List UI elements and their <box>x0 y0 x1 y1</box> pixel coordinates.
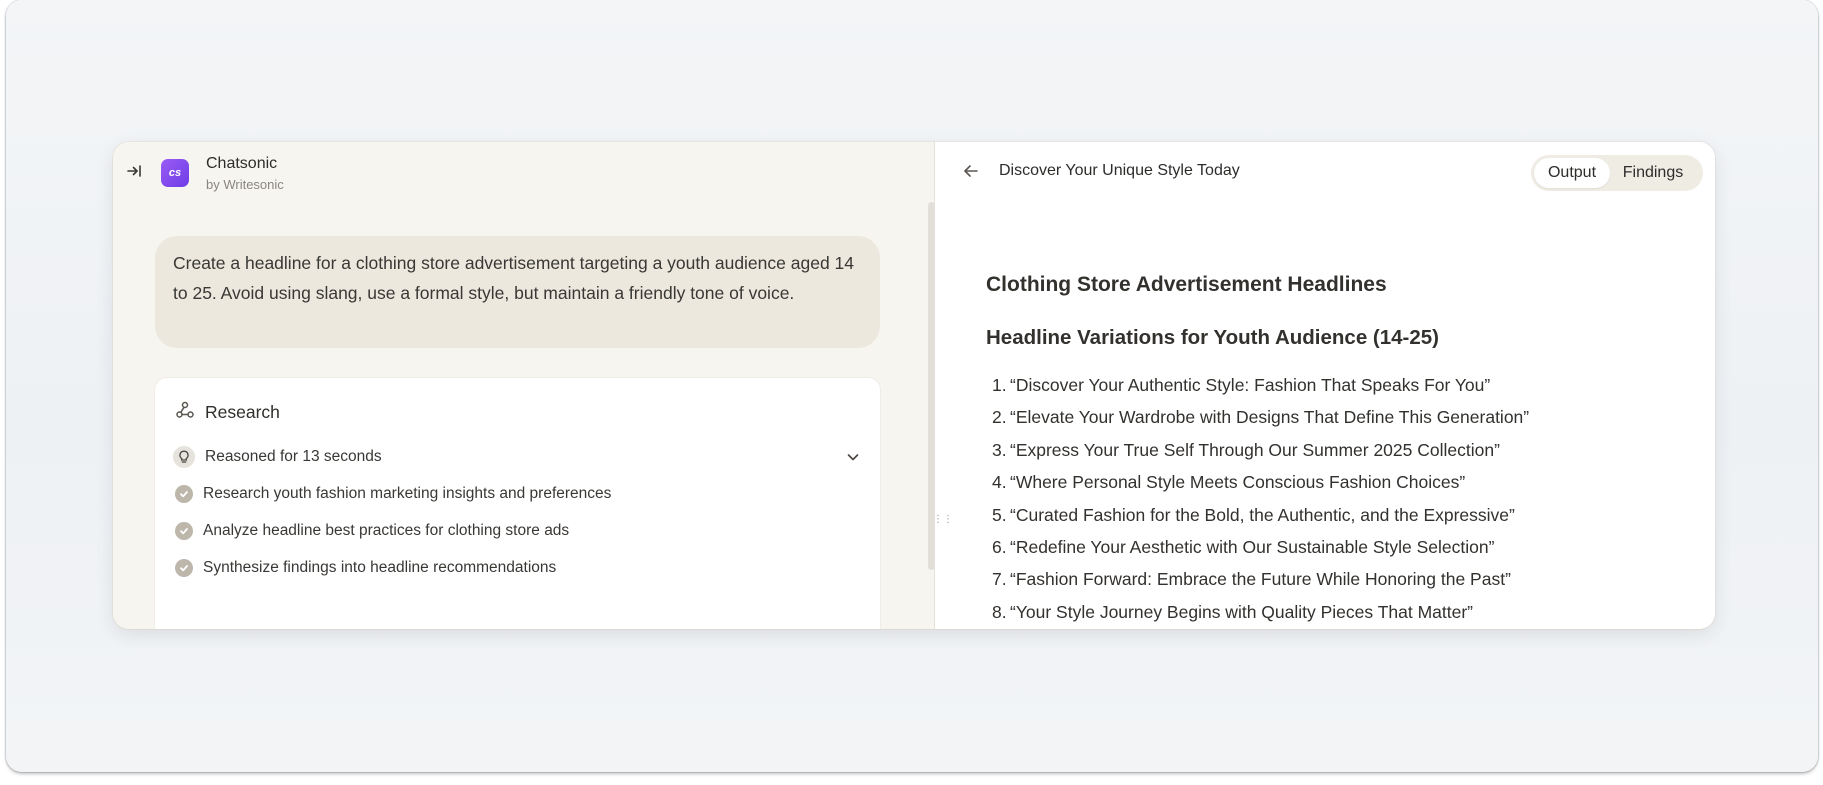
app-byline: by Writesonic <box>206 177 284 192</box>
output-heading: Clothing Store Advertisement Headlines <box>986 273 1387 296</box>
check-circle-icon <box>175 559 193 577</box>
research-step-label: Synthesize findings into headline recomm… <box>203 559 557 576</box>
research-step: Analyze headline best practices for clot… <box>175 519 569 543</box>
headline-text: “Fashion Forward: Embrace the Future Whi… <box>1010 569 1511 590</box>
research-step-label: Research youth fashion marketing insight… <box>203 485 612 502</box>
research-step: Research youth fashion marketing insight… <box>175 482 611 506</box>
research-card: Research Reasoned for 13 seconds Researc… <box>155 378 880 629</box>
headline-text: “Where Personal Style Meets Conscious Fa… <box>1010 472 1466 493</box>
research-step: Synthesize findings into headline recomm… <box>175 556 556 580</box>
list-item: 1. “Discover Your Authentic Style: Fashio… <box>992 375 1491 395</box>
app-window: cs Chatsonic by Writesonic Create a head… <box>113 142 1715 629</box>
research-step-label: Analyze headline best practices for clot… <box>203 522 570 539</box>
list-item: 3. “Express Your True Self Through Our Su… <box>992 439 1500 460</box>
logo-text: cs <box>168 167 182 179</box>
chatsonic-logo: cs <box>161 159 189 187</box>
research-header: Research <box>175 400 280 424</box>
tab-output[interactable]: Output <box>1534 158 1610 188</box>
check-circle-icon <box>175 522 193 540</box>
collapse-sidebar-icon[interactable] <box>125 162 143 180</box>
research-icon <box>175 400 195 425</box>
chat-panel: cs Chatsonic by Writesonic Create a head… <box>113 142 935 629</box>
chat-header: cs Chatsonic by Writesonic <box>113 142 934 204</box>
headline-text: “Discover Your Authentic Style: Fashion … <box>1010 375 1491 395</box>
lightbulb-icon <box>173 446 195 468</box>
output-panel: Discover Your Unique Style Today Output … <box>935 142 1715 629</box>
headline-text: “Curated Fashion for the Bold, the Authe… <box>1010 504 1515 525</box>
output-findings-toggle: Output Findings <box>1531 155 1703 191</box>
document-title: Discover Your Unique Style Today <box>999 162 1240 179</box>
background-stage: cs Chatsonic by Writesonic Create a head… <box>6 0 1818 772</box>
list-item: 2. “Elevate Your Wardrobe with Designs Th… <box>992 407 1530 428</box>
check-circle-icon <box>175 485 193 503</box>
drag-handle-icon[interactable]: ⋮⋮ <box>933 515 953 529</box>
headline-text: “Elevate Your Wardrobe with Designs That… <box>1010 407 1530 428</box>
output-subheading: Headline Variations for Youth Audience (… <box>986 326 1440 349</box>
headline-text: “Your Style Journey Begins with Quality … <box>1010 601 1473 622</box>
list-item: 4. “Where Personal Style Meets Conscious … <box>992 472 1466 493</box>
headline-list: 1. “Discover Your Authentic Style: Fashio… <box>992 369 1529 628</box>
list-item: 6. “Redefine Your Aesthetic with Our Sust… <box>992 537 1495 558</box>
reasoning-summary[interactable]: Reasoned for 13 seconds <box>173 444 863 470</box>
chevron-down-icon[interactable] <box>843 447 863 467</box>
arrow-left-icon[interactable] <box>961 161 981 181</box>
list-item: 5. “Curated Fashion for the Bold, the Aut… <box>992 504 1515 525</box>
research-title: Research <box>205 401 280 422</box>
list-item: 7. “Fashion Forward: Embrace the Future W… <box>992 569 1511 590</box>
headline-text: “Express Your True Self Through Our Summ… <box>1010 439 1500 460</box>
headline-text: “Redefine Your Aesthetic with Our Sustai… <box>1010 537 1495 558</box>
app-name: Chatsonic <box>206 155 278 172</box>
user-prompt-bubble: Create a headline for a clothing store a… <box>155 236 880 348</box>
tab-findings[interactable]: Findings <box>1610 158 1696 188</box>
list-item: 8. “Your Style Journey Begins with Qualit… <box>992 601 1473 622</box>
reasoning-label: Reasoned for 13 seconds <box>205 448 382 465</box>
